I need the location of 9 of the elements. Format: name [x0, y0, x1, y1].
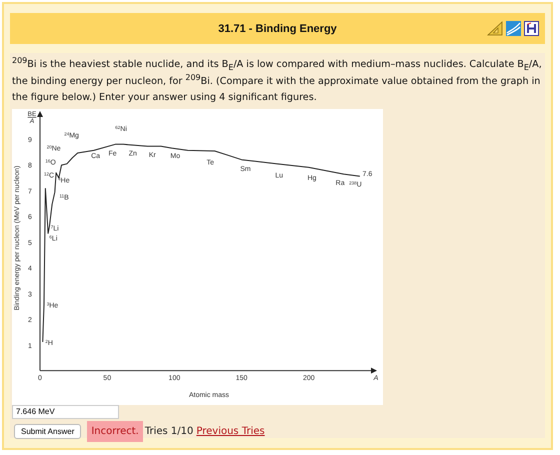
incorrect-badge: Incorrect.: [87, 420, 143, 442]
question-text: $^{209}$Bi is the heaviest stable nuclide, and its B$_{E}$/A is low compared with medium–mass nuclides. Calculate B$_{E}$/A, the binding energy per nucleon, for $^{209}$Bi. (Compare it with the approximate value obtained from the graph in the figure below.) Enter your answer using 4 significant figures.: [12, 57, 543, 105]
previous-tries-link[interactable]: Previous Tries: [196, 426, 265, 436]
page-title: 31.71 - Binding Energy: [218, 22, 337, 34]
answer-field[interactable]: 7.646 MeV: [12, 404, 119, 418]
ruler-triangle-icon[interactable]: [487, 21, 503, 36]
tries-count: Tries 1/10: [144, 426, 194, 436]
help-icon[interactable]: [524, 21, 539, 36]
submit-answer-button[interactable]: Submit Answer: [14, 424, 82, 438]
